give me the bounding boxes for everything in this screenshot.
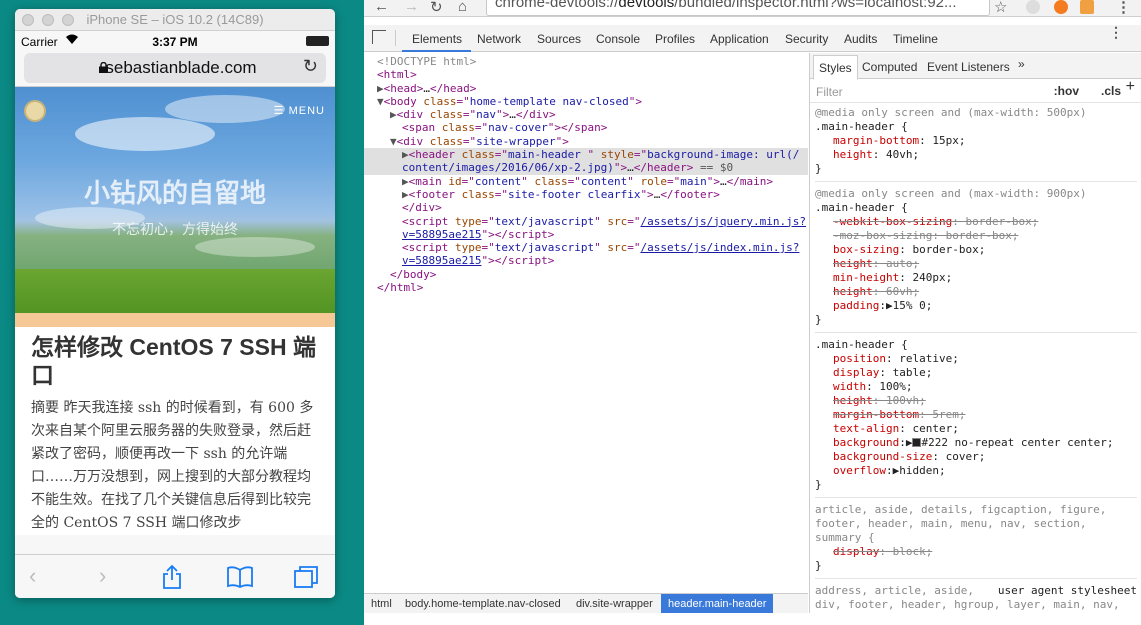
css-rule[interactable]: @media only screen and (max-width: 500px… [815,106,1137,182]
ios-status-bar: Carrier 3:37 PM [15,31,335,51]
dom-node-div-close: </div> [402,201,442,215]
reload-icon[interactable]: ↻ [303,56,318,77]
css-rule[interactable]: @media only screen and (max-width: 900px… [815,187,1137,333]
cls-toggle[interactable]: .cls [1101,84,1121,98]
tab-styles[interactable]: Styles [813,55,858,80]
dom-node-html-close: </html> [377,281,424,295]
dom-node-body[interactable]: ▼<body class="home-template nav-closed"> [364,95,808,108]
devtools-window: ← → ↻ ⌂ chrome-devtools://devtools/bundl… [364,0,1141,625]
ios-simulator-window: iPhone SE – iOS 10.2 (14C89) Carrier 3:3… [15,9,335,598]
tab-event-listeners[interactable]: Event Listeners [927,60,1010,74]
site-title: 小钻风的自留地 [83,178,266,208]
dom-node-nav-cover[interactable]: <span class="nav-cover"></span> [364,121,808,134]
tab-application[interactable]: Application [710,32,769,46]
extension-icon[interactable] [1026,0,1040,14]
share-icon[interactable] [161,564,183,596]
tabs-icon[interactable] [293,565,319,595]
tab-elements[interactable]: Elements [412,32,462,46]
tab-console[interactable]: Console [596,32,640,46]
bookmark-star-icon[interactable]: ☆ [994,0,1007,16]
url-scheme: chrome-devtools:// [495,0,619,11]
dom-node-site-wrapper[interactable]: ▼<div class="site-wrapper"> [364,135,808,148]
home-icon[interactable]: ⌂ [458,0,467,15]
tab-timeline[interactable]: Timeline [893,32,938,46]
dom-node-script-2[interactable]: <script type="text/javascript" src="/ass… [364,241,808,254]
hero-bottom-bar [15,313,335,327]
simulator-title: iPhone SE – iOS 10.2 (14C89) [86,12,264,27]
dom-node-footer[interactable]: ▶<footer class="site-footer clearfix">…<… [364,188,808,201]
post-preview: 怎样修改 CentOS 7 SSH 端口 摘要 昨天我连接 ssh 的时候看到，… [15,327,335,535]
devtools-menu-icon[interactable]: ⋮ [1109,25,1123,39]
devtools-tab-bar: Elements Network Sources Console Profile… [364,25,1141,52]
dom-node-body-close: </body> [390,267,437,281]
tab-profiles[interactable]: Profiles [655,32,695,46]
simulator-titlebar: iPhone SE – iOS 10.2 (14C89) [15,9,335,31]
breadcrumb-main-header[interactable]: header.main-header [661,594,774,613]
dom-node-main-header-cont[interactable]: content/images/2016/06/xp-2.jpg)">…</hea… [364,161,808,175]
address-bar[interactable]: chrome-devtools://devtools/bundled/inspe… [486,0,990,16]
dom-node-main[interactable]: ▶<main id="content" class="content" role… [364,175,808,188]
dom-breadcrumb: html body.home-template.nav-closed div.s… [364,593,808,613]
dom-node-html[interactable]: <html> [364,68,808,81]
extension-chart-icon[interactable] [1080,0,1094,14]
site-logo[interactable] [24,100,46,122]
tab-security[interactable]: Security [785,32,828,46]
safari-address-bar[interactable]: sebastianblade.com ↻ [24,53,326,83]
safari-toolbar: ‹ › [15,554,335,598]
dom-node-main-header-selected[interactable]: ▶<header class="main-header " style="bac… [364,148,808,162]
url-text: sebastianblade.com [105,58,257,77]
styles-filter-row: Filter :hov .cls + [810,79,1141,103]
hov-toggle[interactable]: :hov [1054,84,1079,98]
url-path: /bundled/inspector.html?ws=localhost:92.… [674,0,957,11]
css-rule[interactable]: .main-header { position: relative; displ… [815,338,1137,498]
dom-node-nav[interactable]: ▶<div class="nav">…</div> [364,108,808,121]
active-tab-indicator [402,50,471,52]
menu-label: MENU [288,105,325,117]
more-tabs-icon[interactable]: » [1018,57,1025,71]
back-icon[interactable]: ‹ [29,563,36,589]
css-rule-ua[interactable]: article, aside, details, figcaption, fig… [815,503,1137,579]
battery-icon [306,36,329,46]
status-time: 3:37 PM [152,35,198,49]
menu-button[interactable]: ☰ MENU [274,104,325,117]
tab-computed[interactable]: Computed [862,60,917,74]
breadcrumb-site-wrapper[interactable]: div.site-wrapper [576,598,653,610]
chrome-toolbar: ← → ↻ ⌂ chrome-devtools://devtools/bundl… [364,0,1141,17]
tab-audits[interactable]: Audits [844,32,877,46]
hamburger-icon: ☰ [273,105,285,117]
site-hero-header: ☰ MENU 小钻风的自留地 不忘初心，方得始终 [15,87,335,327]
dom-node-head[interactable]: ▶<head>…</head> [364,82,808,95]
dom-node-script-1[interactable]: <script type="text/javascript" src="/ass… [364,215,808,228]
url-host: devtools [618,0,675,11]
color-swatch[interactable] [912,438,922,447]
reload-icon[interactable]: ↻ [430,0,443,16]
post-title[interactable]: 怎样修改 CentOS 7 SSH 端口 [31,333,321,389]
pause-extension-icon[interactable] [1054,0,1068,14]
inspect-element-icon[interactable] [372,30,386,44]
selected-node-marker: == $0 [700,161,734,175]
new-style-rule-icon[interactable]: + [1126,79,1135,95]
breadcrumb-body[interactable]: body.home-template.nav-closed [405,598,561,610]
forward-arrow-icon[interactable]: → [404,0,419,15]
dom-doctype: <!DOCTYPE html> [377,55,477,68]
back-arrow-icon[interactable]: ← [374,0,389,15]
chrome-menu-icon[interactable]: ⋮ [1116,0,1131,16]
styles-pane: Styles Computed Event Listeners » Filter… [809,53,1141,613]
post-excerpt: 摘要 昨天我连接 ssh 的时候看到，有 600 多次来自某个阿里云服务器的失败… [31,400,314,531]
styles-tab-bar: Styles Computed Event Listeners » [810,53,1141,80]
breadcrumb-html[interactable]: html [371,598,392,610]
site-subtitle: 不忘初心，方得始终 [112,221,238,237]
css-rules-list: @media only screen and (max-width: 500px… [810,103,1141,613]
elements-dom-tree[interactable]: <!DOCTYPE html> <html> ▶<head>…</head> ▼… [364,53,808,594]
safari-address-area: sebastianblade.com ↻ [15,51,335,87]
styles-filter-input[interactable]: Filter [816,85,843,99]
tab-network[interactable]: Network [477,32,521,46]
tab-sources[interactable]: Sources [537,32,581,46]
css-rule-ua[interactable]: address, article, aside, user agent style… [815,584,1137,613]
forward-icon[interactable]: › [99,563,106,589]
bookmarks-icon[interactable] [226,566,254,594]
